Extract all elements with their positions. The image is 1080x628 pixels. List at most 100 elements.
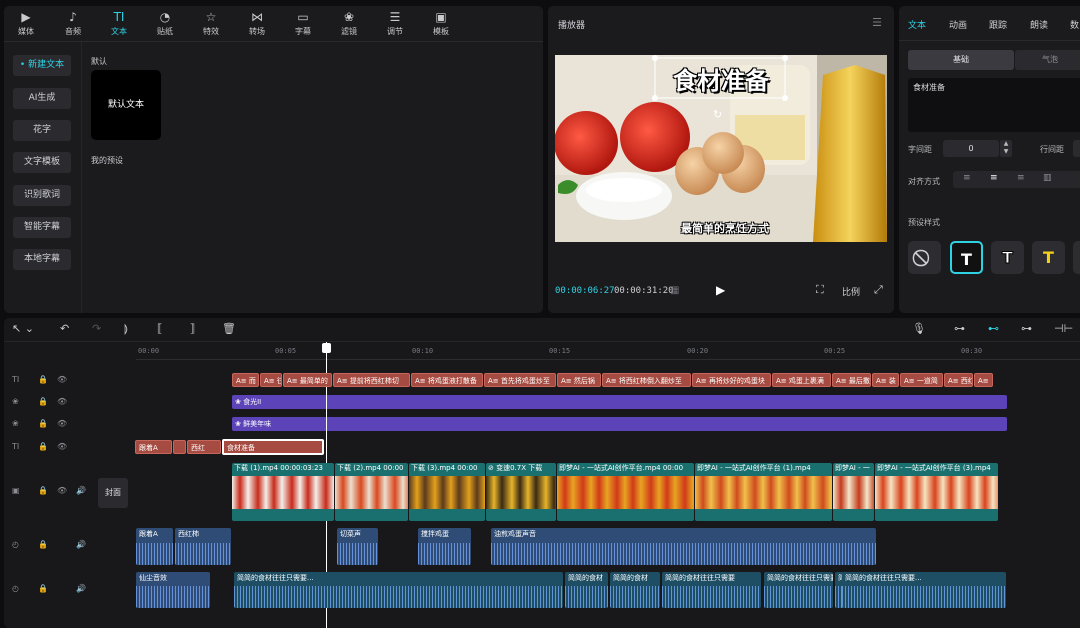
undo-icon[interactable]: ↶ <box>60 322 69 335</box>
segment-bubble[interactable]: 气泡 <box>1015 50 1080 70</box>
playhead-handle[interactable] <box>322 343 331 353</box>
text-clip[interactable]: A≡ 最简单的 <box>283 373 332 387</box>
audio-clip[interactable]: 简简的食材往往只需要 <box>662 572 761 608</box>
lock-icon[interactable]: 🔒 <box>38 375 48 384</box>
default-text-preset[interactable]: 默认文本 <box>91 70 161 140</box>
timecode-grid-icon[interactable]: ▦ <box>670 285 679 296</box>
sidebar-item-lyrics[interactable]: 识别歌词 <box>13 185 71 206</box>
audio-clip[interactable]: 简简的食材 <box>610 572 660 608</box>
video-clip[interactable]: 下载 (1).mp4 00:00:03:23 <box>232 463 334 521</box>
lock-icon[interactable]: 🔒 <box>38 419 48 428</box>
effect-clip[interactable]: ❀ 食光II <box>232 395 1007 409</box>
video-clip[interactable]: 即梦AI - 一站式AI创作平台 (3).mp4 <box>875 463 998 521</box>
sidebar-item-text-template[interactable]: 文字模板 <box>13 152 71 173</box>
text-clip[interactable]: A≡ 装 <box>872 373 899 387</box>
audio-clip[interactable]: 仙尘音效 <box>136 572 210 608</box>
audio-clip[interactable]: 油煎鸡蛋声音 <box>491 528 876 565</box>
audio-clip[interactable]: 切菜声 <box>337 528 378 565</box>
tab-animation[interactable]: 动画 <box>949 18 967 31</box>
menu-icon[interactable]: ☰ <box>872 16 882 29</box>
snap-icon[interactable]: ⊷ <box>988 322 999 335</box>
text-clip[interactable]: A≡ <box>974 373 993 387</box>
cover-button[interactable]: 封面 <box>98 478 128 508</box>
tab-adjust[interactable]: ☰ 调节 <box>375 10 415 37</box>
lock-icon[interactable]: 🔒 <box>38 442 48 451</box>
audio-clip[interactable]: 简简的食材往往只需要... <box>842 572 1006 608</box>
text-clip[interactable]: A≡ 再将炒好的鸡蛋块 <box>692 373 771 387</box>
video-clip[interactable]: 即梦AI - 一站式AI创作平台.mp4 00:00 <box>557 463 694 521</box>
sidebar-item-fancy-text[interactable]: 花字 <box>13 120 71 141</box>
lock-icon[interactable]: 🔒 <box>38 584 48 593</box>
tab-transition[interactable]: ⋈ 转场 <box>237 10 277 37</box>
link-icon[interactable]: ⊶ <box>954 322 965 335</box>
align-justify-icon[interactable]: ▥ <box>1043 173 1052 183</box>
eye-icon[interactable]: 👁 <box>57 442 67 451</box>
audio-clip[interactable]: 搅拌鸡蛋 <box>418 528 471 565</box>
style-outline-text-button[interactable]: T <box>991 241 1024 274</box>
tab-text[interactable]: TI 文本 <box>99 10 139 37</box>
tab-subtitle[interactable]: ▭ 字幕 <box>283 10 323 37</box>
volume-icon[interactable]: 🔊 <box>76 540 86 549</box>
text-clip[interactable]: 跟着A <box>135 440 172 454</box>
text-clip[interactable]: A≡ 将西红柿倒入翻炒至 <box>602 373 691 387</box>
delete-icon[interactable]: 🗑 <box>222 322 236 335</box>
video-preview[interactable]: 食材准备 最简单的烹饪方式 ↻ <box>555 55 887 242</box>
sidebar-item-new-text[interactable]: • 新建文本 <box>13 55 71 76</box>
align-center-icon[interactable]: ≡ <box>990 173 998 183</box>
microphone-icon[interactable]: 🎙 <box>912 322 926 335</box>
segment-basic[interactable]: 基础 <box>908 50 1014 70</box>
split-left-icon[interactable]: ⟦ <box>157 322 162 335</box>
tab-sticker[interactable]: ◔ 贴纸 <box>145 10 185 37</box>
eye-icon[interactable]: 👁 <box>57 419 67 428</box>
tab-text-props[interactable]: 文本 <box>908 18 926 31</box>
video-clip[interactable]: 即梦AI - 一站式AI创作平台 (1).mp4 <box>695 463 832 521</box>
tab-media[interactable]: ▶ 媒体 <box>6 10 46 37</box>
video-clip[interactable]: ⊘ 变速0.7X 下载 <box>486 463 556 521</box>
audio-clip[interactable]: 简简的食材 <box>565 572 608 608</box>
lock-icon[interactable]: 🔒 <box>38 486 48 495</box>
effect-clip[interactable]: ❀ 鲜美年味 <box>232 417 1007 431</box>
text-clip[interactable] <box>173 440 186 454</box>
style-yellow-text-button[interactable]: T <box>1032 241 1065 274</box>
sidebar-item-smart-subtitle[interactable]: 智能字幕 <box>13 217 71 238</box>
text-clip[interactable]: 食材准备 <box>222 439 324 455</box>
volume-icon[interactable]: 🔊 <box>76 584 86 593</box>
style-white-text-button[interactable]: T <box>950 241 983 274</box>
volume-icon[interactable]: 🔊 <box>76 486 86 495</box>
text-clip[interactable]: A≡ 鸡蛋上裹满 <box>772 373 831 387</box>
split-icon[interactable]: ⟭ <box>124 322 128 336</box>
sidebar-item-local-subtitle[interactable]: 本地字幕 <box>13 249 71 270</box>
text-clip[interactable]: A≡ 而 <box>232 373 259 387</box>
eye-icon[interactable]: 👁 <box>57 397 67 406</box>
tab-template[interactable]: ▣ 模板 <box>421 10 461 37</box>
text-clip[interactable]: 西红 <box>187 440 221 454</box>
align-right-icon[interactable]: ≡ <box>1017 173 1025 183</box>
sidebar-item-ai-generate[interactable]: AI生成 <box>13 88 71 109</box>
letter-spacing-stepper[interactable]: ▲ ▼ <box>1000 140 1012 157</box>
tab-effects[interactable]: ☆ 特效 <box>191 10 231 37</box>
split-audio-icon[interactable]: ⊣⊢ <box>1054 322 1073 335</box>
play-button[interactable]: ▶ <box>716 283 725 297</box>
ratio-button[interactable]: 比例 <box>842 285 860 298</box>
style-none-icon[interactable]: ⃠ <box>908 241 941 274</box>
tab-more[interactable]: 数 <box>1070 18 1079 31</box>
text-clip[interactable]: A≡ 将鸡蛋液打散备 <box>411 373 483 387</box>
text-clip[interactable]: A≡ 最后撒 <box>832 373 871 387</box>
text-clip[interactable]: A≡ 西红 <box>944 373 973 387</box>
align-left-icon[interactable]: ≡ <box>963 173 971 183</box>
lock-icon[interactable]: 🔒 <box>38 397 48 406</box>
split-right-icon[interactable]: ⟧ <box>190 322 195 335</box>
audio-clip[interactable]: 西红柿 <box>175 528 231 565</box>
text-clip[interactable]: A≡ 往 <box>260 373 282 387</box>
redo-icon[interactable]: ↷ <box>92 322 101 335</box>
fullscreen-icon[interactable]: ⤢ <box>874 283 883 297</box>
tab-audio[interactable]: ♪ 音频 <box>53 10 93 37</box>
tab-tracking[interactable]: 跟踪 <box>989 18 1007 31</box>
eye-icon[interactable]: 👁 <box>57 486 67 495</box>
letter-spacing-field[interactable]: 0 <box>943 140 999 157</box>
lock-icon[interactable]: 🔒 <box>38 540 48 549</box>
audio-clip[interactable]: 简简的食材往往只需要... <box>764 572 833 608</box>
style-more-button[interactable] <box>1073 241 1080 274</box>
text-clip[interactable]: A≡ 提前将西红柿切 <box>333 373 410 387</box>
overlay-title[interactable]: 食材准备 <box>659 61 783 96</box>
